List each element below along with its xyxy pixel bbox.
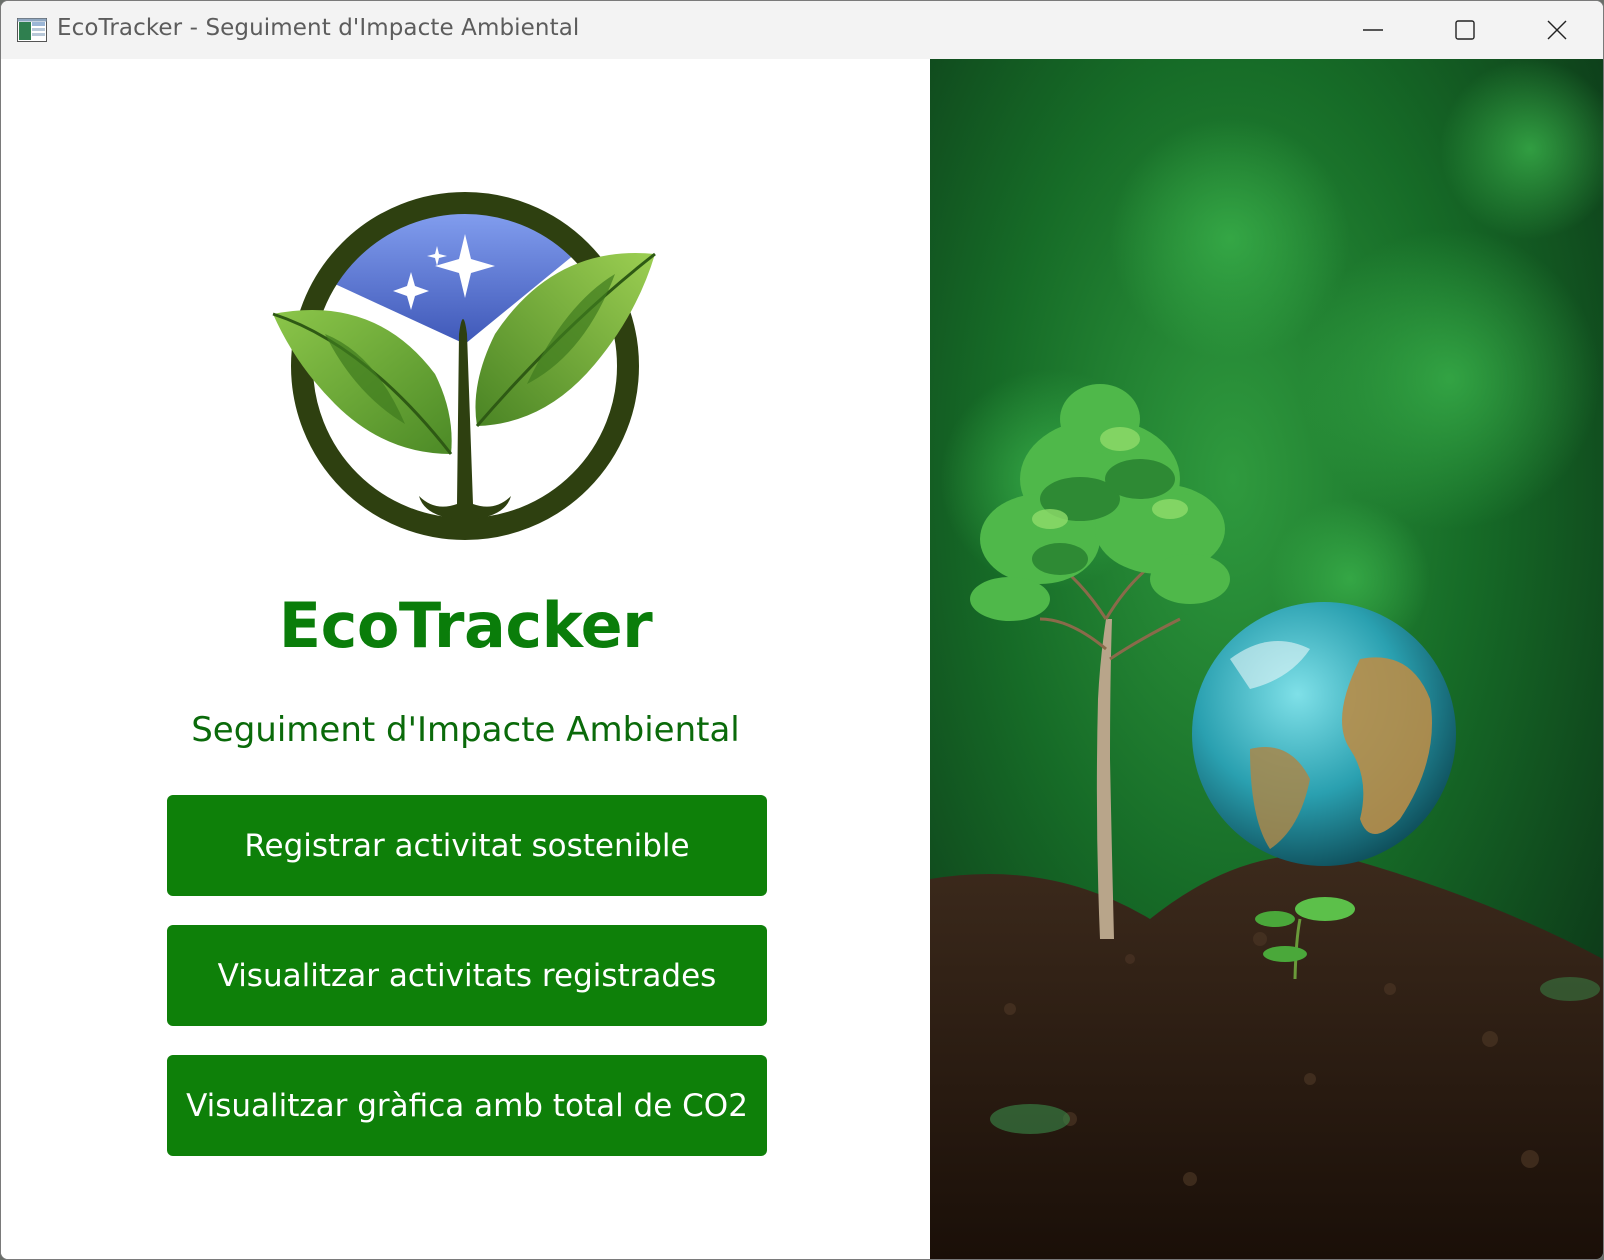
app-window-icon	[17, 18, 47, 42]
register-activity-button[interactable]: Registrar activitat sostenible	[167, 795, 767, 896]
leaf-sprout-logo-icon	[265, 174, 665, 544]
maximize-icon	[1454, 19, 1476, 41]
app-subtitle: Seguiment d'Impacte Ambiental	[191, 710, 740, 750]
view-co2-chart-button[interactable]: Visualitzar gràfica amb total de CO2	[167, 1055, 767, 1156]
tree-sapling-and-earth-globe-image	[930, 59, 1603, 1259]
close-button[interactable]	[1511, 1, 1603, 59]
maximize-button[interactable]	[1419, 1, 1511, 59]
app-title: EcoTracker	[278, 589, 653, 662]
title-bar[interactable]: EcoTracker - Seguiment d'Impacte Ambient…	[1, 1, 1603, 59]
view-activities-button[interactable]: Visualitzar activitats registrades	[167, 925, 767, 1026]
window-title: EcoTracker - Seguiment d'Impacte Ambient…	[57, 15, 580, 41]
minimize-icon	[1362, 19, 1384, 41]
app-window: EcoTracker - Seguiment d'Impacte Ambient…	[0, 0, 1604, 1260]
close-icon	[1546, 19, 1568, 41]
minimize-button[interactable]	[1327, 1, 1419, 59]
main-menu-panel: EcoTracker Seguiment d'Impacte Ambiental…	[1, 59, 930, 1259]
